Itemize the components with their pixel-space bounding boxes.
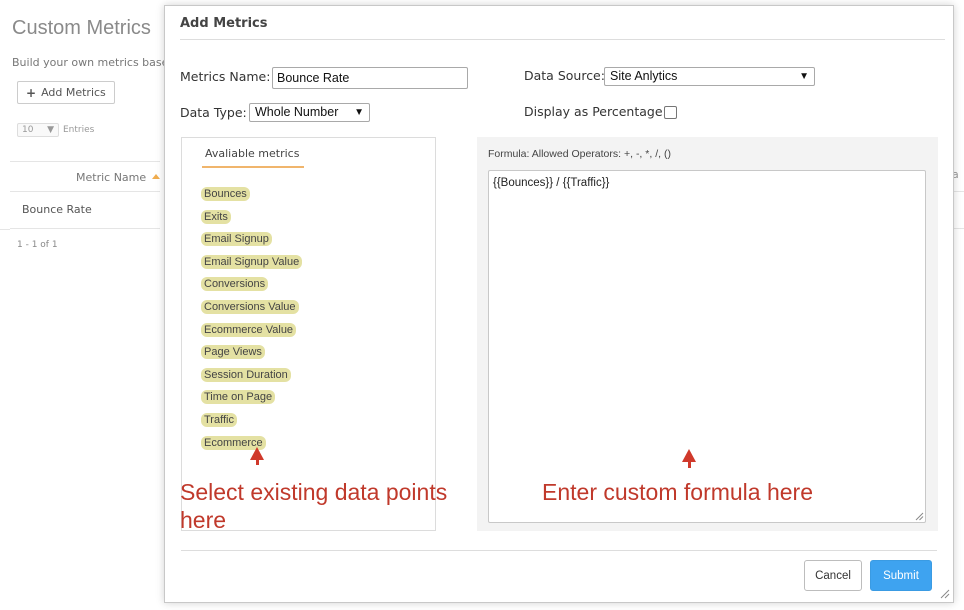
annotation-arrow-left-stem	[255, 458, 259, 465]
metric-chip[interactable]: Email Signup	[201, 227, 302, 247]
table-cell-metric-name: Bounce Rate	[22, 203, 92, 216]
entries-label: Entries	[63, 125, 95, 135]
annotation-arrow-right-stem	[687, 460, 691, 468]
pagination-info: 1 - 1 of 1	[17, 240, 58, 250]
display-percentage-checkbox[interactable]	[664, 106, 677, 119]
table-row[interactable]: Bounce Rate	[10, 192, 160, 229]
data-source-label: Data Source:	[524, 68, 605, 83]
chevron-down-icon: ▼	[799, 71, 809, 82]
data-type-select[interactable]: Whole Number ▼	[249, 103, 370, 122]
metric-chip[interactable]: Bounces	[201, 182, 302, 201]
chevron-down-icon: ▼	[47, 125, 54, 135]
annotation-right: Enter custom formula here	[542, 479, 814, 505]
available-metrics-panel: Avaliable metrics Bounces Exits Email Si…	[181, 137, 436, 531]
metric-chip-label: Ecommerce Value	[201, 322, 297, 337]
annotation-left: Select existing data points here	[180, 479, 448, 533]
cancel-button[interactable]: Cancel	[804, 560, 862, 591]
column-header-metric-name[interactable]: Metric Name	[76, 171, 146, 184]
metric-chip-label: Conversions	[201, 277, 269, 292]
page-subtitle: Build your own metrics base	[12, 56, 169, 69]
data-type-value: Whole Number	[255, 105, 339, 119]
metric-chip-label: Conversions Value	[201, 299, 299, 314]
metric-chip[interactable]: Traffic	[201, 408, 302, 427]
formula-label: Formula: Allowed Operators: +, -, *, /, …	[488, 148, 671, 160]
add-metrics-button[interactable]: + Add Metrics	[17, 81, 115, 104]
metrics-name-input[interactable]: Bounce Rate	[272, 67, 468, 89]
metric-chip-label: Time on Page	[201, 390, 276, 405]
metric-chip[interactable]: Conversions	[201, 272, 302, 292]
data-source-value: Site Anlytics	[610, 69, 678, 83]
page-title: Custom Metrics	[12, 17, 151, 39]
metric-chip[interactable]: Ecommerce Value	[201, 318, 302, 337]
metric-chip-label: Exits	[201, 209, 231, 224]
add-metrics-label: Add Metrics	[41, 86, 106, 99]
divider	[181, 550, 937, 551]
formula-panel: Formula: Allowed Operators: +, -, *, /, …	[477, 137, 938, 531]
table-header: Metric Name	[10, 161, 160, 192]
metric-chip[interactable]: Ecommerce	[201, 431, 302, 450]
metric-chip[interactable]: Email Signup Value	[201, 250, 303, 269]
resize-grip-icon[interactable]	[915, 512, 924, 521]
metric-chip-label: Session Duration	[201, 367, 291, 382]
metric-chip-label: Email Signup	[201, 232, 272, 247]
divider	[180, 39, 945, 40]
metric-chip[interactable]: Time on Page	[201, 385, 302, 405]
metric-chip-label: Bounces	[201, 187, 250, 201]
display-percentage-label: Display as Percentage:	[524, 104, 667, 119]
tab-available-metrics[interactable]: Avaliable metrics	[202, 147, 305, 168]
metric-chip-label: Page Views	[201, 345, 265, 360]
available-metrics-list: Bounces Exits Email Signup Email Signup …	[201, 182, 303, 453]
modal-title: Add Metrics	[180, 16, 268, 31]
metric-chip[interactable]: Exits	[201, 205, 302, 224]
metrics-name-label: Metrics Name:	[180, 69, 271, 84]
plus-icon: +	[26, 85, 37, 100]
formula-textarea[interactable]: {{Bounces}} / {{Traffic}}	[488, 170, 926, 523]
entries-value: 10	[22, 125, 34, 135]
sort-ascending-icon[interactable]	[152, 174, 160, 179]
metric-chip-label: Email Signup Value	[201, 254, 303, 269]
metric-chip[interactable]: Conversions Value	[201, 295, 302, 314]
submit-button[interactable]: Submit	[870, 560, 932, 591]
metric-chip[interactable]: Session Duration	[201, 363, 302, 382]
modal-resize-grip-icon[interactable]	[940, 589, 950, 599]
entries-select[interactable]: 10 ▼	[17, 123, 59, 137]
divider	[0, 229, 10, 230]
data-type-label: Data Type:	[180, 105, 247, 120]
chevron-down-icon: ▼	[354, 107, 364, 118]
metric-chip-label: Traffic	[201, 412, 237, 427]
data-source-select[interactable]: Site Anlytics ▼	[604, 67, 815, 86]
entries-control: 10 ▼ Entries	[17, 123, 94, 137]
metric-chip[interactable]: Page Views	[201, 340, 302, 360]
add-metrics-modal: Add Metrics Metrics Name: Bounce Rate Da…	[164, 5, 954, 603]
